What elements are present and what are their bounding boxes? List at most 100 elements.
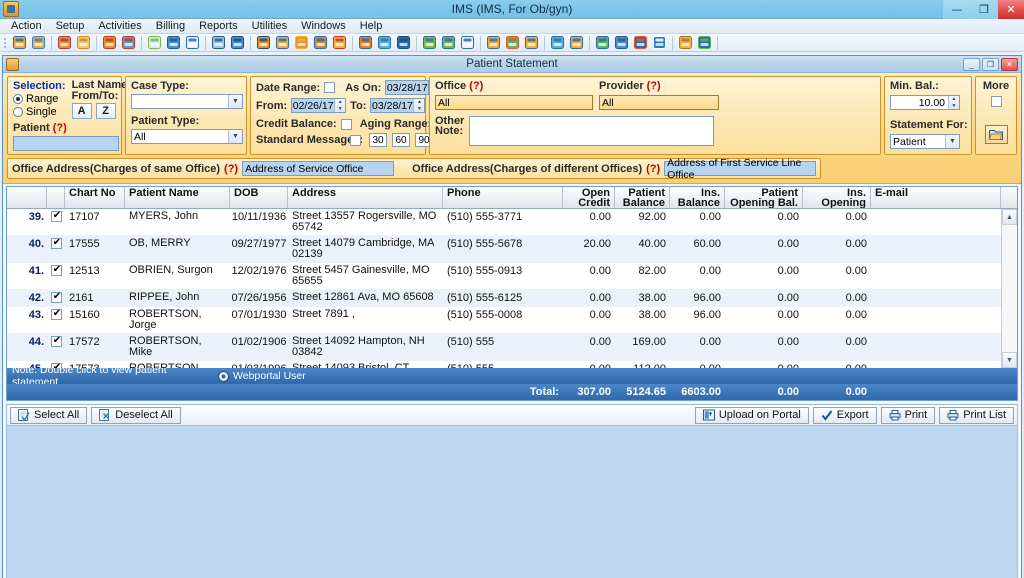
table-row[interactable]: 42. 2161 RIPPEE, John 07/26/1956 Street 1286… (7, 290, 1017, 307)
upload-on-portal-button[interactable]: Upload on Portal (694, 406, 809, 424)
edit-note-icon[interactable] (101, 34, 118, 51)
chart-icon[interactable] (504, 34, 521, 51)
help-icon[interactable] (651, 34, 668, 51)
row-checkbox[interactable] (47, 334, 65, 360)
row-checkbox[interactable] (47, 263, 65, 289)
row-checkbox[interactable] (47, 290, 65, 306)
table-row[interactable]: 39. 17107 MYERS, John 10/11/1936 Street 1355… (7, 209, 1017, 236)
spinner-arrows-icon[interactable]: ▲ ▼ (413, 99, 425, 112)
menu-item-setup[interactable]: Setup (49, 19, 92, 33)
table-row[interactable]: 41. 12513 OBRIEN, Surgon 12/02/1976 Street 5… (7, 263, 1017, 290)
appointment-icon[interactable] (376, 34, 393, 51)
grid-column-header-chk[interactable] (47, 187, 65, 208)
other-note-input[interactable] (469, 116, 715, 146)
grid-column-header-patient_balance[interactable]: Patient Balance (615, 187, 670, 208)
more-checkbox[interactable] (990, 96, 1002, 107)
office-address-same-input[interactable]: Address of Service Office (242, 161, 395, 176)
aging-bucket-60[interactable]: 60 (392, 133, 410, 147)
office-address-diff-help-icon[interactable]: (?) (646, 163, 660, 175)
billing-icon[interactable] (293, 34, 310, 51)
provider-input[interactable]: All (599, 95, 719, 110)
scroll-track[interactable] (1002, 225, 1017, 352)
prescription-icon[interactable] (120, 34, 137, 51)
grid-vertical-scrollbar[interactable]: ▲ ▼ (1001, 209, 1017, 368)
patient-input[interactable] (13, 136, 119, 151)
grid-column-header-email[interactable]: E-mail (871, 187, 1001, 208)
grid-column-header-patient_opening_bal[interactable]: Patient Opening Bal. (725, 187, 803, 208)
row-checkbox[interactable] (47, 236, 65, 262)
report-icon[interactable] (459, 34, 476, 51)
statement-for-select[interactable]: Patient ▼ (890, 134, 960, 149)
menu-item-help[interactable]: Help (353, 19, 390, 33)
aging-bucket-30[interactable]: 30 (369, 133, 387, 147)
table-row[interactable]: 43. 15160 ROBERTSON, Jorge 07/01/1930 Street… (7, 307, 1017, 334)
menu-item-billing[interactable]: Billing (149, 19, 192, 33)
grid-column-header-phone[interactable]: Phone (443, 187, 563, 208)
menu-item-activities[interactable]: Activities (91, 19, 148, 33)
grid-column-header-open_credit[interactable]: Open Credit (563, 187, 615, 208)
office-input[interactable]: All (435, 95, 593, 110)
calendar-icon[interactable] (331, 34, 348, 51)
office-help-icon[interactable]: (?) (469, 80, 483, 92)
row-checkbox[interactable] (47, 209, 65, 235)
patient-add-icon[interactable] (30, 34, 47, 51)
row-checkbox[interactable] (47, 361, 65, 368)
minimize-button[interactable]: — (943, 0, 970, 19)
grid-column-header-chart_no[interactable]: Chart No (65, 187, 125, 208)
payment-icon[interactable] (274, 34, 291, 51)
spinner-arrows-icon[interactable]: ▲ ▼ (334, 99, 346, 112)
grid-column-header-idx[interactable] (7, 187, 47, 208)
tasks-icon[interactable] (632, 34, 649, 51)
export-icon[interactable] (568, 34, 585, 51)
grid-column-header-ins_opening_bal[interactable]: Ins. Opening Bal. (803, 187, 871, 208)
credit-balance-checkbox[interactable] (340, 118, 352, 130)
scroll-up-button[interactable]: ▲ (1002, 209, 1017, 225)
lock-icon[interactable] (677, 34, 694, 51)
lab-icon[interactable] (146, 34, 163, 51)
provider-help-icon[interactable]: (?) (647, 80, 661, 92)
grid-column-header-address[interactable]: Address (288, 187, 443, 208)
row-checkbox[interactable] (47, 307, 65, 333)
close-button[interactable]: ✕ (997, 0, 1024, 19)
table-row[interactable]: 45. 17573 ROBERTSON, Surgon 01/03/1996 Stree… (7, 361, 1017, 368)
case-type-select[interactable]: ▼ (131, 94, 243, 109)
to-date-spinner[interactable]: 03/28/17 ▲ ▼ (370, 98, 426, 113)
document-icon[interactable] (184, 34, 201, 51)
selection-range-radio[interactable]: Range (13, 93, 66, 105)
office-address-same-help-icon[interactable]: (?) (224, 163, 238, 175)
globe-icon[interactable] (421, 34, 438, 51)
menu-item-action[interactable]: Action (4, 19, 49, 33)
scroll-down-button[interactable]: ▼ (1002, 352, 1017, 368)
menu-item-windows[interactable]: Windows (294, 19, 353, 33)
print-list-button[interactable]: Print List (939, 406, 1014, 424)
lastname-to-button[interactable]: Z (95, 103, 116, 119)
inventory-icon[interactable] (549, 34, 566, 51)
exit-icon[interactable] (696, 34, 713, 51)
table-row[interactable]: 40. 17555 OB, MERRY 09/27/1977 Street 14079 … (7, 236, 1017, 263)
select-all-button[interactable]: Select All (10, 406, 88, 424)
back-arrow-icon[interactable] (395, 34, 412, 51)
selection-single-radio[interactable]: Single (13, 106, 66, 118)
menu-item-utilities[interactable]: Utilities (245, 19, 294, 33)
notes-icon[interactable] (210, 34, 227, 51)
date-range-checkbox[interactable] (324, 82, 336, 93)
patient-help-icon[interactable]: (?) (53, 122, 67, 134)
grid-column-header-dob[interactable]: DOB (230, 187, 288, 208)
menu-item-reports[interactable]: Reports (192, 19, 245, 33)
from-date-spinner[interactable]: 02/26/17 ▲ ▼ (291, 98, 347, 113)
patient-icon[interactable] (11, 34, 28, 51)
grid-column-header-extra[interactable] (1001, 187, 1017, 208)
transfer-icon[interactable] (594, 34, 611, 51)
word-icon[interactable] (613, 34, 630, 51)
dollar-circle-icon[interactable] (255, 34, 272, 51)
lastname-from-button[interactable]: A (71, 103, 92, 119)
scheduler-icon[interactable] (357, 34, 374, 51)
print-button[interactable]: Print (880, 406, 936, 424)
min-bal-spinner[interactable]: 10.00 ▲ ▼ (890, 95, 960, 110)
report-edit-icon[interactable] (485, 34, 502, 51)
archive-icon[interactable] (523, 34, 540, 51)
standard-messages-checkbox[interactable] (350, 134, 361, 146)
open-folder-icon[interactable] (75, 34, 92, 51)
browse-button[interactable] (984, 125, 1008, 144)
collections-icon[interactable] (312, 34, 329, 51)
